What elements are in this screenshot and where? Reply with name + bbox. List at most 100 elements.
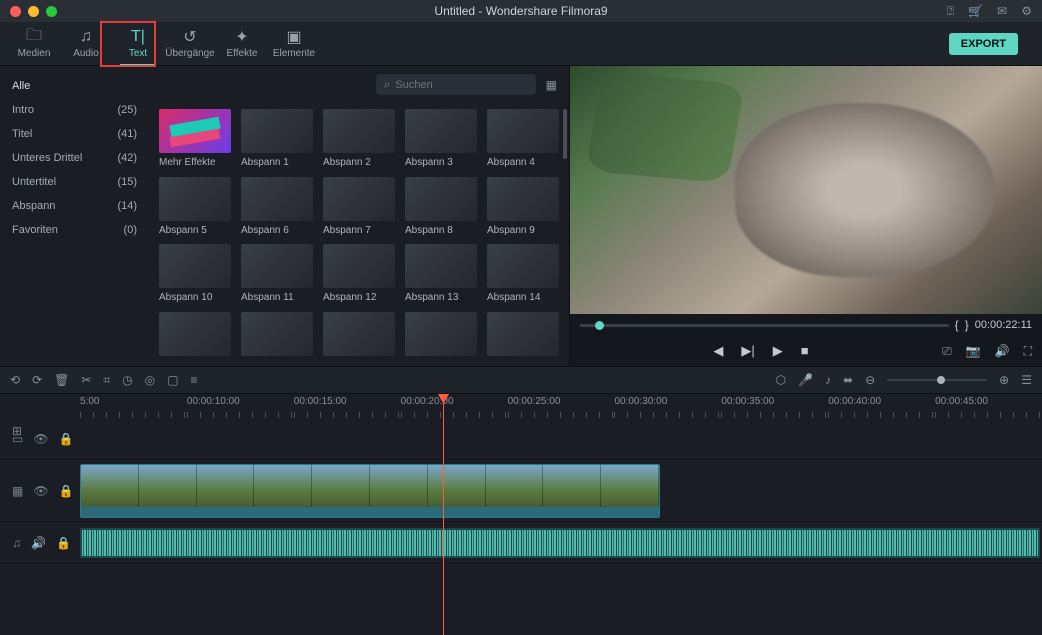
thumb-item[interactable]: Abspann 1 [241,109,313,169]
audio-clip[interactable] [80,528,1040,558]
scrollbar-thumb[interactable] [563,109,567,159]
audio-mixer-button[interactable]: ♪ [825,373,831,387]
video-clip[interactable] [80,464,660,518]
thumb-preview [405,109,477,153]
account-icon[interactable]: ⍰ [947,4,954,19]
track-body[interactable] [80,418,1042,459]
library-pane: Alle Intro(25) Titel(41) Unteres Drittel… [0,66,570,366]
fullscreen-icon[interactable]: ⛶ [1024,344,1032,359]
thumb-preview [487,312,559,356]
category-item-title[interactable]: Titel(41) [0,122,149,146]
undo-button[interactable]: ⟲ [10,373,20,387]
thumb-label: Abspann 1 [241,157,313,168]
category-item-subtitle[interactable]: Untertitel(15) [0,170,149,194]
thumb-item[interactable]: Abspann 3 [405,109,477,169]
prev-frame-button[interactable]: ◀ [713,343,723,359]
track-mute-icon[interactable]: 🔊 [31,536,46,550]
category-list: Alle Intro(25) Titel(41) Unteres Drittel… [0,66,149,366]
ruler-tick: 00:00:30:00 [614,394,721,418]
track-lock-icon[interactable]: 🔒 [56,536,71,550]
ripple-button[interactable]: ⬌ [843,373,853,387]
minimize-window-button[interactable] [28,6,39,17]
time-ruler[interactable]: 5:0000:00:10:0000:00:15:0000:00:20:0000:… [0,394,1042,418]
thumb-item[interactable]: Abspann 7 [323,177,395,237]
zoom-out-button[interactable]: ⊖ [865,373,875,387]
stop-button[interactable]: ■ [801,343,809,359]
category-item-favorites[interactable]: Favoriten(0) [0,218,149,242]
track-lock-icon[interactable]: 🔒 [59,432,74,446]
thumb-item[interactable]: Abspann 4 [487,109,559,169]
search-field[interactable]: ⌕ [376,74,536,95]
view-grid-icon[interactable]: ▦ [546,78,557,92]
thumb-item[interactable]: Abspann 8 [405,177,477,237]
thumb-item[interactable]: Mehr Effekte [159,109,231,169]
mail-icon[interactable]: ✉ [997,4,1007,19]
track-body[interactable] [80,522,1042,563]
cut-button[interactable]: ✂ [81,373,91,387]
category-item-intro[interactable]: Intro(25) [0,98,149,122]
marker-button[interactable]: ⬡ [776,373,786,387]
snapshot-icon[interactable]: 📷 [966,344,981,359]
preview-seek-handle[interactable] [595,321,604,330]
track-body[interactable] [80,460,1042,521]
delete-button[interactable]: 🗑 [54,373,69,387]
track-visibility-icon[interactable]: 👁 [33,484,48,498]
play-button[interactable]: ▶ [773,343,783,359]
export-button[interactable]: EXPORT [949,33,1018,55]
quality-icon[interactable]: ⎚ [942,344,952,359]
thumb-item[interactable]: Abspann 13 [405,244,477,304]
tab-effects[interactable]: ✦ Effekte [216,22,268,66]
mark-out-icon[interactable]: } [965,318,969,332]
category-item-lowerthird[interactable]: Unteres Drittel(42) [0,146,149,170]
tab-transitions[interactable]: ↺ Übergänge [164,22,216,66]
thumb-item[interactable] [405,312,477,361]
track-lock-icon[interactable]: 🔒 [59,484,74,498]
thumb-item[interactable]: Abspann 10 [159,244,231,304]
crop-button[interactable]: ⌗ [103,373,110,388]
zoom-in-button[interactable]: ⊕ [999,373,1009,387]
maximize-window-button[interactable] [46,6,57,17]
track-visibility-icon[interactable]: 👁 [33,432,48,446]
volume-icon[interactable]: 🔊 [995,344,1010,359]
category-item-all[interactable]: Alle [0,74,149,98]
thumb-item[interactable]: Abspann 12 [323,244,395,304]
thumb-item[interactable]: Abspann 5 [159,177,231,237]
cart-icon[interactable]: 🛒 [968,4,983,19]
timeline-toolbar: ⟲ ⟳ 🗑 ✂ ⌗ ◷ ◎ ▢ ≡ ⬡ 🎤 ♪ ⬌ ⊖ ⊕ ☰ [0,366,1042,394]
tab-audio[interactable]: ♫ Audio [60,22,112,66]
close-window-button[interactable] [10,6,21,17]
category-item-credits[interactable]: Abspann(14) [0,194,149,218]
track-manager-icon[interactable]: ☰ [1021,373,1032,387]
tab-elements[interactable]: ▣ Elemente [268,22,320,66]
thumb-item[interactable] [159,312,231,361]
thumb-item[interactable]: Abspann 2 [323,109,395,169]
record-vo-button[interactable]: 🎤 [798,373,813,387]
thumb-item[interactable] [487,312,559,361]
zoom-slider-handle[interactable] [937,376,945,384]
preview-seek-track[interactable] [580,324,949,327]
thumb-label: Abspann 3 [405,157,477,168]
ruler-tick: 00:00:15:00 [294,394,401,418]
adjust-button[interactable]: ≡ [191,373,198,387]
speed-button[interactable]: ◷ [122,373,132,387]
tab-media[interactable]: 🗀 Medien [8,22,60,66]
greenscreen-button[interactable]: ▢ [167,373,178,387]
color-button[interactable]: ◎ [145,373,155,387]
settings-icon[interactable]: ⚙ [1021,4,1032,19]
thumb-item[interactable]: Abspann 6 [241,177,313,237]
search-input[interactable] [395,79,527,91]
thumb-item[interactable]: Abspann 9 [487,177,559,237]
thumb-item[interactable] [241,312,313,361]
thumb-item[interactable]: Abspann 14 [487,244,559,304]
playhead[interactable] [443,394,444,635]
thumb-item[interactable]: Abspann 11 [241,244,313,304]
tab-text[interactable]: T| Text [112,22,164,66]
thumb-preview [323,177,395,221]
thumb-item[interactable] [323,312,395,361]
mark-in-icon[interactable]: { [955,318,959,332]
next-frame-button[interactable]: ▶| [741,343,754,359]
thumb-preview [241,244,313,288]
zoom-slider[interactable] [887,379,987,381]
preview-viewport[interactable] [570,66,1042,314]
redo-button[interactable]: ⟳ [32,373,42,387]
